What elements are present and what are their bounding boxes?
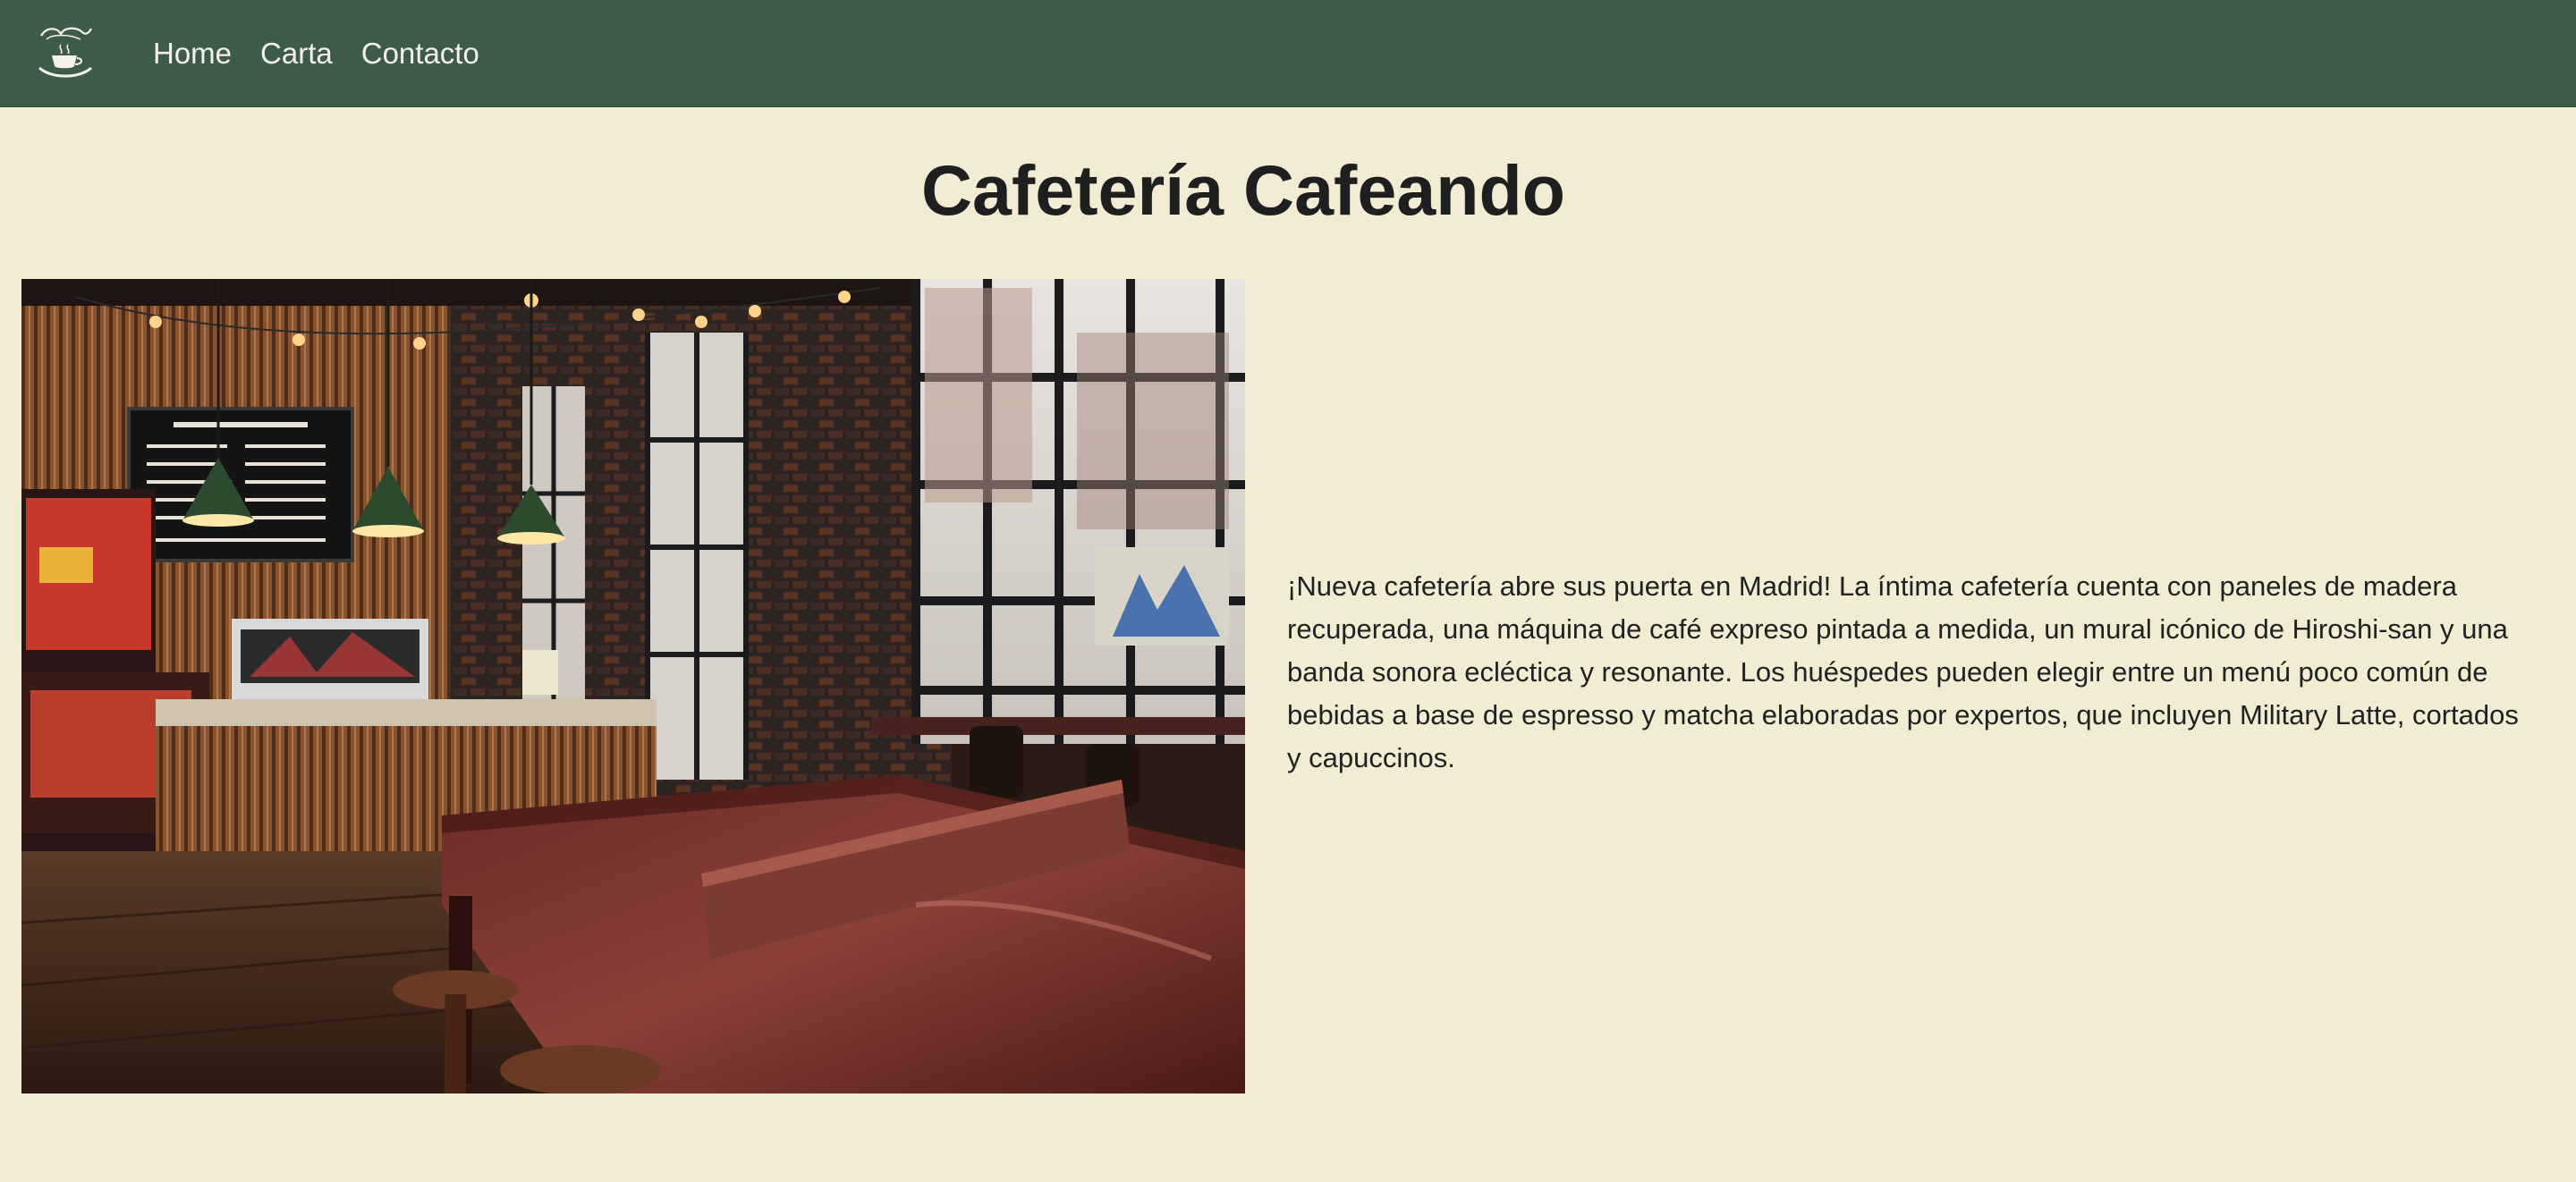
cafe-description: ¡Nueva cafetería abre sus puerta en Madr… [1287,570,2519,773]
nav-link-contacto[interactable]: Contacto [361,38,479,68]
nav-link-home[interactable]: Home [153,38,232,68]
page-title: Cafetería Cafeando [921,150,1565,230]
cafe-cup-logo-icon[interactable] [34,23,97,80]
cafe-interior-photo [21,279,1245,1093]
nav-link-carta[interactable]: Carta [260,38,333,68]
nav-links: Home Carta Contacto [153,0,479,106]
top-navbar: Home Carta Contacto [0,0,2576,107]
